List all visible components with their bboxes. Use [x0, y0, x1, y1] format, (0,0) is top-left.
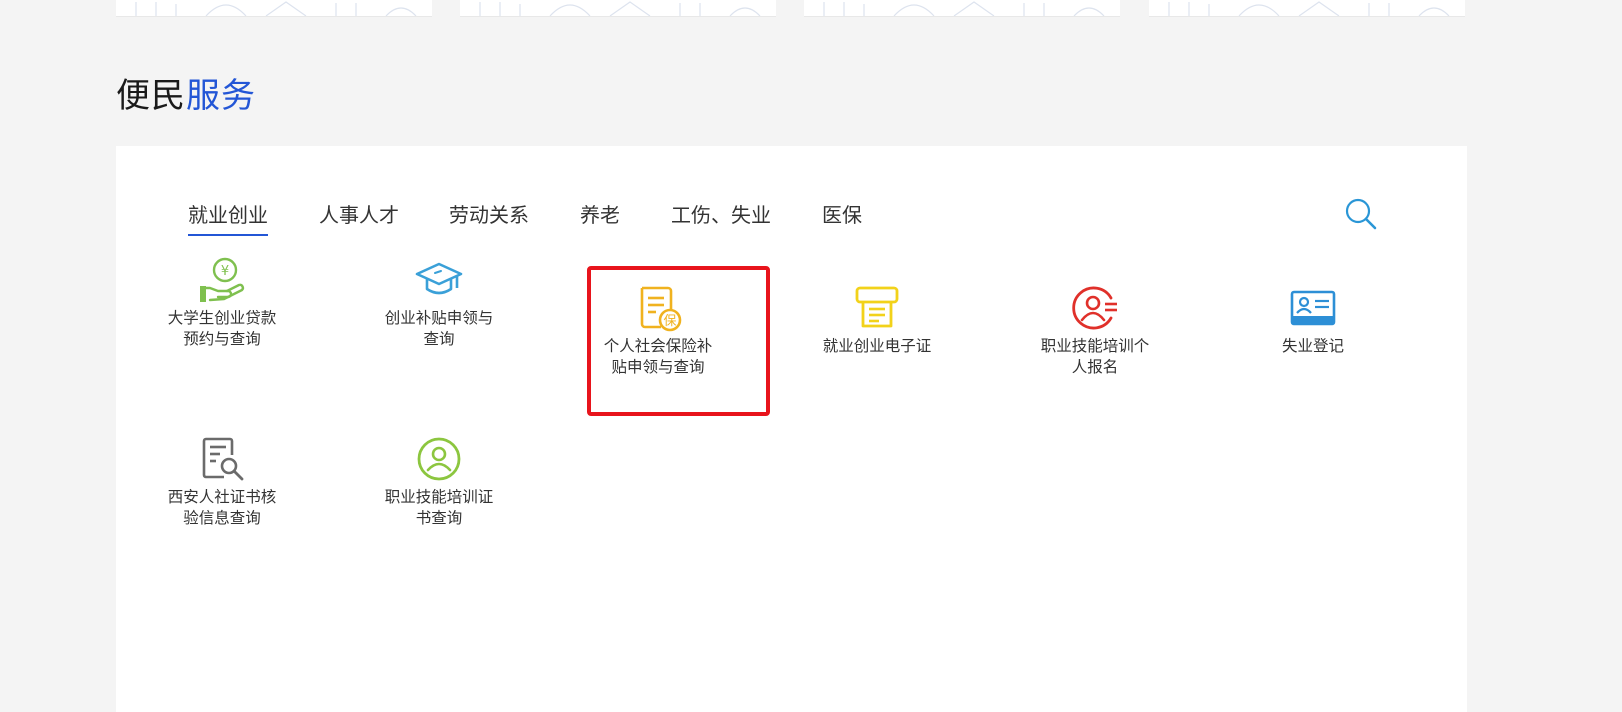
- top-card[interactable]: [1149, 0, 1465, 17]
- service-label: 职业技能培训个人报名: [1040, 337, 1150, 376]
- service-label: 创业补贴申领与查询: [384, 309, 494, 348]
- service-item-startup-subsidy[interactable]: 创业补贴申领与查询: [349, 256, 529, 350]
- section-title-part2: 服务: [186, 76, 256, 116]
- section-title-part1: 便民: [116, 76, 186, 116]
- top-card[interactable]: [116, 0, 432, 17]
- service-item-social-insurance-subsidy[interactable]: 保 个人社会保险补贴申领与查询: [568, 284, 748, 378]
- search-button[interactable]: [1343, 196, 1379, 232]
- service-item-certificate-verification[interactable]: 西安人社证书核验信息查询: [132, 435, 312, 529]
- graduation-cap-icon: [415, 262, 463, 295]
- top-card[interactable]: [804, 0, 1120, 17]
- search-icon: [1345, 198, 1377, 230]
- tab-employment[interactable]: 就业创业: [188, 202, 268, 236]
- tab-personnel[interactable]: 人事人才: [319, 202, 399, 228]
- insurance-document-icon: 保: [640, 286, 682, 332]
- service-label: 职业技能培训证书查询: [384, 488, 494, 527]
- document-search-icon: [202, 437, 244, 481]
- tab-medical-insurance[interactable]: 医保: [822, 202, 862, 228]
- service-item-startup-loan[interactable]: ¥ 大学生创业贷款预约与查询: [132, 256, 312, 350]
- id-card-icon: [1290, 290, 1336, 326]
- section-title: 便民服务: [116, 74, 256, 118]
- user-circle-icon: [417, 437, 461, 481]
- service-label: 大学生创业贷款预约与查询: [167, 309, 277, 348]
- top-card-strip: [116, 0, 1468, 17]
- service-label: 西安人社证书核验信息查询: [167, 488, 277, 527]
- electronic-certificate-icon: [855, 286, 899, 328]
- service-item-training-certificate-query[interactable]: 职业技能培训证书查询: [349, 435, 529, 529]
- service-label: 失业登记: [1281, 337, 1344, 355]
- service-label: 个人社会保险补贴申领与查询: [603, 337, 713, 376]
- tab-injury-unemployment[interactable]: 工伤、失业: [671, 202, 771, 228]
- user-signup-icon: [1072, 286, 1117, 330]
- tab-pension[interactable]: 养老: [580, 202, 620, 228]
- svg-text:¥: ¥: [221, 264, 229, 279]
- service-item-e-certificate[interactable]: 就业创业电子证: [787, 284, 967, 357]
- svg-text:保: 保: [663, 314, 676, 329]
- top-card[interactable]: [460, 0, 776, 17]
- tab-labor-relations[interactable]: 劳动关系: [449, 202, 529, 228]
- service-item-unemployment-registration[interactable]: 失业登记: [1223, 284, 1403, 357]
- loan-hand-coin-icon: ¥: [200, 257, 245, 302]
- service-item-skills-training-signup[interactable]: 职业技能培训个人报名: [1005, 284, 1185, 378]
- service-label: 就业创业电子证: [822, 337, 932, 355]
- services-panel: 就业创业 人事人才 劳动关系 养老 工伤、失业 医保 ¥ 大学生创业贷款预约与查…: [116, 146, 1467, 712]
